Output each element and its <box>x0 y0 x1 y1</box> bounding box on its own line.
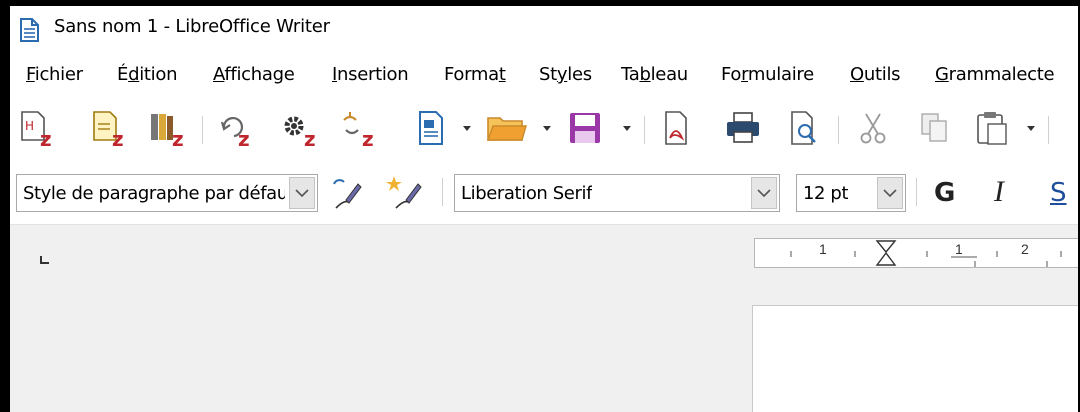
toolbar-separator <box>1048 116 1049 144</box>
document-area: 1 1 2 <box>10 225 1078 412</box>
new-style-icon[interactable] <box>386 172 426 212</box>
window-title: Sans nom 1 - LibreOffice Writer <box>54 16 330 37</box>
toolbar-separator <box>916 178 917 206</box>
underline-button[interactable]: S <box>1050 178 1067 208</box>
title-bar: Sans nom 1 - LibreOffice Writer <box>10 6 1078 52</box>
menu-fichier[interactable]: Fichier <box>26 64 83 85</box>
svg-text:z: z <box>112 127 124 150</box>
paste-dropdown-arrow-icon[interactable] <box>1024 118 1038 138</box>
menu-bar: Fichier Édition Affichage Insertion Form… <box>10 52 1078 96</box>
formatting-toolbar: Style de paragraphe par défaut Liberatio… <box>10 162 1078 225</box>
toolbar-separator <box>202 116 203 144</box>
grammalecte-check-icon[interactable]: H z <box>16 106 60 150</box>
toolbar-separator <box>838 116 839 144</box>
menu-tableau[interactable]: Tableau <box>621 64 688 85</box>
new-dropdown-arrow-icon[interactable] <box>460 118 474 138</box>
ruler-label: 2 <box>1021 241 1029 257</box>
save-dropdown-arrow-icon[interactable] <box>620 118 634 138</box>
ruler-label: 1 <box>955 241 963 257</box>
menu-grammalecte[interactable]: Grammalecte <box>935 64 1055 85</box>
menu-edition[interactable]: Édition <box>117 64 178 85</box>
toolbar-separator <box>644 116 645 144</box>
grammalecte-options-icon[interactable]: z <box>88 106 132 150</box>
save-icon[interactable] <box>564 106 608 150</box>
new-document-icon[interactable] <box>412 106 456 150</box>
font-size-combo[interactable]: 12 pt <box>796 174 906 212</box>
grammalecte-settings-icon[interactable]: z <box>278 106 322 150</box>
export-pdf-icon[interactable] <box>656 106 700 150</box>
menu-format[interactable]: Format <box>444 64 506 85</box>
menu-insertion[interactable]: Insertion <box>332 64 409 85</box>
grammalecte-link-icon[interactable]: z <box>336 106 380 150</box>
bold-button[interactable]: G <box>934 178 955 208</box>
font-size-dropdown-button[interactable] <box>877 177 903 209</box>
document-page[interactable] <box>752 305 1078 412</box>
writer-document-icon <box>18 18 40 47</box>
font-size-value: 12 pt <box>803 183 849 204</box>
paste-icon[interactable] <box>972 106 1016 150</box>
menu-affichage[interactable]: Affichage <box>213 64 295 85</box>
ruler-label: 1 <box>819 241 827 257</box>
libreoffice-writer-window: Sans nom 1 - LibreOffice Writer Fichier … <box>10 6 1078 412</box>
cut-icon[interactable] <box>852 106 896 150</box>
svg-text:z: z <box>40 127 52 150</box>
font-name-dropdown-button[interactable] <box>751 177 777 209</box>
menu-formulaire[interactable]: Formulaire <box>721 64 814 85</box>
grammalecte-refresh-icon[interactable]: z <box>214 106 258 150</box>
indent-marker-icon[interactable] <box>873 239 901 267</box>
print-preview-icon[interactable] <box>784 106 828 150</box>
svg-text:H: H <box>25 119 34 133</box>
open-folder-icon[interactable] <box>484 106 528 150</box>
tab-stop-selector[interactable] <box>40 251 50 264</box>
horizontal-ruler[interactable]: 1 1 2 <box>754 238 1078 268</box>
svg-text:z: z <box>172 127 184 150</box>
paragraph-style-combo[interactable]: Style de paragraphe par défaut <box>16 174 318 212</box>
toolbar-separator <box>442 178 443 206</box>
ruler-ticks <box>790 251 1062 267</box>
svg-text:z: z <box>362 127 374 150</box>
menu-styles[interactable]: Styles <box>539 64 592 85</box>
open-dropdown-arrow-icon[interactable] <box>540 118 554 138</box>
update-style-icon[interactable] <box>326 174 366 214</box>
standard-toolbar: H z z z z z z <box>10 96 1078 162</box>
menu-outils[interactable]: Outils <box>850 64 901 85</box>
svg-text:z: z <box>238 127 250 150</box>
grammalecte-dictionary-icon[interactable]: z <box>146 106 190 150</box>
font-name-combo[interactable]: Liberation Serif <box>454 174 780 212</box>
svg-text:z: z <box>304 127 316 150</box>
font-name-value: Liberation Serif <box>461 183 592 204</box>
print-icon[interactable] <box>722 106 766 150</box>
italic-button[interactable]: I <box>994 175 1004 209</box>
paragraph-style-value: Style de paragraphe par défaut <box>23 183 285 204</box>
copy-icon[interactable] <box>914 106 958 150</box>
paragraph-style-dropdown-button[interactable] <box>289 177 315 209</box>
